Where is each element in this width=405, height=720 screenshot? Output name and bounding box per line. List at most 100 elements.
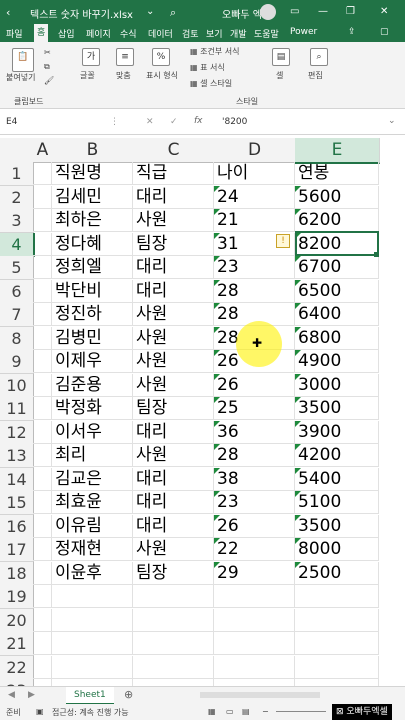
chevron-down-icon[interactable]: ⌄ <box>146 6 154 17</box>
table-cell[interactable]: 대리 <box>133 279 214 303</box>
table-cell[interactable]: 김병민 <box>52 326 133 350</box>
editing-icon[interactable]: ⌕ <box>310 48 328 66</box>
row-header-22[interactable]: 22 <box>0 655 34 680</box>
alignment-icon[interactable]: ≡ <box>116 48 134 66</box>
grid-cell[interactable] <box>33 350 52 373</box>
grid-cell[interactable] <box>33 162 52 185</box>
alignment-label[interactable]: 맞춤 <box>116 70 131 81</box>
table-cell[interactable]: 22 <box>214 538 295 561</box>
grid-cell[interactable] <box>33 608 52 632</box>
table-cell[interactable]: 대리 <box>133 420 214 444</box>
editing-label[interactable]: 편집 <box>308 70 323 81</box>
row-header-6[interactable]: 6 <box>0 279 34 304</box>
grid-cell[interactable] <box>33 514 52 538</box>
table-cell[interactable]: 21 <box>214 209 295 232</box>
next-sheet-icon[interactable]: ▶ <box>28 690 35 700</box>
page-break-icon[interactable]: ▤ <box>242 707 250 716</box>
tab-power[interactable]: Power <box>290 27 317 37</box>
grid-cell[interactable] <box>33 397 52 420</box>
row-header-13[interactable]: 13 <box>0 444 34 468</box>
grid-cell[interactable] <box>214 585 295 608</box>
table-cell[interactable]: 정진하 <box>52 303 133 326</box>
table-cell[interactable]: 25 <box>214 397 295 420</box>
column-header-b[interactable]: B <box>52 138 134 163</box>
table-cell[interactable]: 사원 <box>133 444 214 467</box>
table-cell[interactable]: 3500 <box>295 514 379 538</box>
grid-cell[interactable] <box>33 232 52 256</box>
grid-cell[interactable] <box>214 632 295 655</box>
fill-handle[interactable] <box>374 252 379 257</box>
grid-cell[interactable] <box>33 491 52 514</box>
row-header-3[interactable]: 3 <box>0 209 34 233</box>
cell-style-button[interactable]: ▦ 셀 스타일 <box>190 78 232 89</box>
row-header-19[interactable]: 19 <box>0 585 34 609</box>
copy-icon[interactable]: ⧉ <box>44 62 50 72</box>
table-cell[interactable]: 29 <box>214 561 295 585</box>
table-cell[interactable]: 박정화 <box>52 397 133 420</box>
table-cell[interactable]: 8000 <box>295 538 379 561</box>
row-header-8[interactable]: 8 <box>0 326 34 351</box>
row-header-20[interactable]: 20 <box>0 608 34 633</box>
column-header-d[interactable]: D <box>214 138 296 163</box>
number-format-label[interactable]: 표시 형식 <box>146 70 178 81</box>
table-cell[interactable]: 팀장 <box>133 232 214 256</box>
grid-cell[interactable] <box>33 209 52 232</box>
paste-icon[interactable]: 📋 <box>12 48 34 72</box>
table-cell[interactable]: 5100 <box>295 491 379 514</box>
table-cell[interactable]: 대리 <box>133 491 214 514</box>
row-header-16[interactable]: 16 <box>0 514 34 539</box>
table-cell[interactable]: 김세민 <box>52 185 133 209</box>
row-header-7[interactable]: 7 <box>0 303 34 327</box>
table-cell[interactable]: 26 <box>214 514 295 538</box>
cut-icon[interactable]: ✂ <box>44 48 51 57</box>
number-format-icon[interactable]: % <box>152 48 170 66</box>
paste-label[interactable]: 붙여넣기 <box>6 72 35 83</box>
table-cell[interactable]: 3000 <box>295 373 379 397</box>
table-cell[interactable]: 정다혜 <box>52 232 133 256</box>
tab-page[interactable]: 페이지 <box>86 27 111 40</box>
row-header-21[interactable]: 21 <box>0 632 34 656</box>
grid-cell[interactable] <box>33 632 52 655</box>
table-cell[interactable]: 3900 <box>295 420 379 444</box>
cells-label[interactable]: 셀 <box>276 70 283 81</box>
table-cell[interactable]: 팀장 <box>133 397 214 420</box>
table-cell[interactable]: 사원 <box>133 303 214 326</box>
table-cell[interactable]: 김교은 <box>52 467 133 491</box>
table-cell[interactable]: 최리 <box>52 444 133 467</box>
table-cell[interactable]: 대리 <box>133 467 214 491</box>
table-cell[interactable]: 이서우 <box>52 420 133 444</box>
table-cell[interactable]: 이윤후 <box>52 561 133 585</box>
row-header-12[interactable]: 12 <box>0 420 34 445</box>
normal-view-icon[interactable]: ▦ <box>208 707 216 716</box>
table-cell[interactable]: 6400 <box>295 303 379 326</box>
table-cell[interactable]: 5400 <box>295 467 379 491</box>
cancel-icon[interactable]: ✕ <box>146 117 154 127</box>
grid-cell[interactable] <box>33 467 52 491</box>
grid-cell[interactable] <box>52 655 133 679</box>
table-cell[interactable]: 5600 <box>295 185 379 209</box>
tab-review[interactable]: 검토 <box>182 27 199 40</box>
table-cell[interactable]: 6800 <box>295 326 379 350</box>
grid-cell[interactable] <box>133 655 214 679</box>
table-cell[interactable]: 이제우 <box>52 350 133 373</box>
minimize-icon[interactable]: — <box>318 6 328 17</box>
zoom-slider[interactable] <box>276 711 326 712</box>
table-cell[interactable]: 24 <box>214 185 295 209</box>
conditional-format-button[interactable]: ▦ 조건부 서식 <box>190 46 239 57</box>
name-box[interactable]: E4 <box>6 117 17 127</box>
column-header-a[interactable]: A <box>33 138 53 163</box>
grid-cell[interactable] <box>33 420 52 444</box>
row-header-18[interactable]: 18 <box>0 561 34 586</box>
expand-formula-icon[interactable]: ⌄ <box>388 116 396 126</box>
table-header-cell[interactable]: 나이 <box>214 162 295 185</box>
tab-home[interactable]: 홈 <box>34 24 49 42</box>
add-sheet-icon[interactable]: ⊕ <box>124 688 133 701</box>
formula-input[interactable]: '8200 <box>222 117 247 127</box>
tab-view[interactable]: 보기 <box>206 27 223 40</box>
tab-file[interactable]: 파일 <box>6 27 23 40</box>
table-cell[interactable]: 사원 <box>133 538 214 561</box>
row-header-4[interactable]: 4 <box>0 232 35 257</box>
grid-cell[interactable] <box>295 632 379 655</box>
table-cell[interactable]: 사원 <box>133 209 214 232</box>
font-label[interactable]: 글꼴 <box>80 70 95 81</box>
